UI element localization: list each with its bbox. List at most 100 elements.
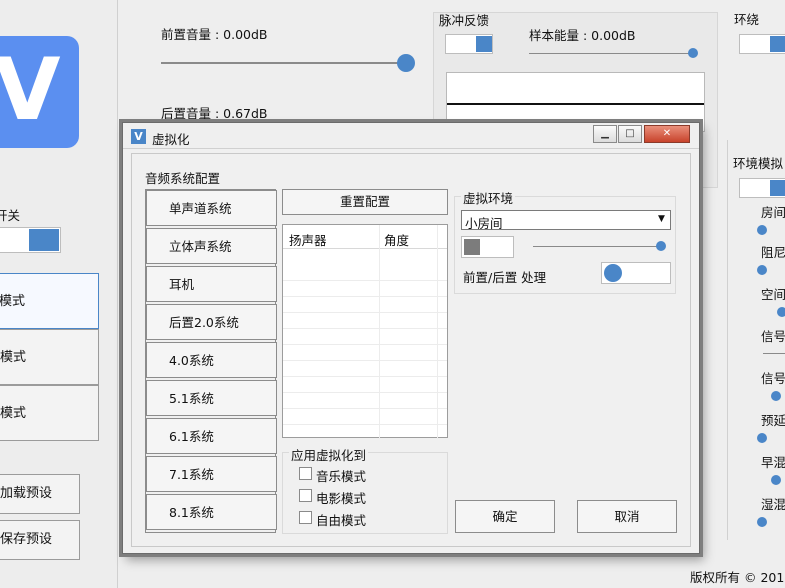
apply-label: 应用虚拟化到 [289, 445, 369, 464]
movie-mode-checkbox[interactable] [299, 489, 312, 502]
dialog-title: 虚拟化 [152, 132, 190, 147]
ambience-param-5: 预延 [761, 413, 785, 428]
impulse-toggle[interactable] [445, 34, 493, 54]
ambience-param-7: 湿混 [761, 497, 785, 512]
env-select[interactable]: 小房间 ▼ [461, 210, 671, 231]
system-label: 6.1系统 [169, 429, 214, 444]
power-switch[interactable] [0, 227, 61, 253]
env-toggle[interactable] [461, 236, 514, 258]
system-6-1[interactable]: 6.1系统 [146, 418, 277, 454]
divider [727, 140, 728, 540]
ok-button[interactable]: 确定 [455, 500, 555, 533]
surround-title: 环绕 [734, 12, 760, 27]
system-4-0[interactable]: 4.0系统 [146, 342, 277, 378]
system-headphone[interactable]: 耳机 [146, 266, 277, 302]
table-row [283, 265, 447, 281]
ambience-slider-4[interactable] [771, 391, 781, 401]
sample-energy-track[interactable] [529, 53, 693, 54]
ambience-slider-6[interactable] [771, 475, 781, 485]
ambience-title: 环境模拟 [733, 156, 784, 171]
reset-config-button[interactable]: 重置配置 [282, 189, 448, 215]
system-label: 4.0系统 [169, 353, 214, 368]
mode-button-3[interactable]: 模式 [0, 385, 99, 441]
virtual-env-label: 虚拟环境 [461, 188, 516, 207]
mode-label: 模式 [0, 406, 27, 421]
dialog-body: 音频系统配置 单声道系统 立体声系统 耳机 后置2.0系统 4.0系统 5.1系… [131, 153, 691, 547]
surround-toggle[interactable] [739, 34, 785, 54]
close-icon[interactable]: ✕ [644, 125, 690, 143]
music-mode-label: 音乐模式 [316, 469, 367, 484]
system-label: 7.1系统 [169, 467, 214, 482]
system-label: 立体声系统 [169, 239, 232, 254]
minimize-icon[interactable]: ▁ [593, 125, 617, 143]
rear-volume-label: 后置音量 : 0.67dB [161, 106, 268, 121]
dialog-app-icon: V [131, 129, 146, 144]
ambience-slider-1[interactable] [757, 265, 767, 275]
env-selected-value: 小房间 [465, 216, 503, 231]
left-sidebar: V 开关 模式 模式 模式 加载预设 保存预设 [0, 0, 118, 588]
system-7-1[interactable]: 7.1系统 [146, 456, 277, 492]
mode-button-2[interactable]: 模式 [0, 329, 99, 385]
ambience-slider-2[interactable] [777, 307, 785, 317]
system-rear-2-0[interactable]: 后置2.0系统 [146, 304, 277, 340]
ambience-param-6: 早混 [761, 455, 785, 470]
front-rear-label: 前置/后置 处理 [463, 270, 547, 285]
front-volume-label: 前置音量 : 0.00dB [161, 27, 268, 42]
table-row [283, 297, 447, 313]
logo-letter: V [0, 40, 61, 140]
app-logo: V [0, 36, 79, 148]
ambience-param-4: 信号 [761, 371, 785, 386]
ambience-param-2: 空间 [761, 287, 785, 302]
ambience-param-3: 信号 [761, 329, 785, 344]
ambience-param-0: 房间 [761, 205, 785, 220]
system-5-1[interactable]: 5.1系统 [146, 380, 277, 416]
ambience-slider-7[interactable] [757, 517, 767, 527]
maximize-icon[interactable]: □ [618, 125, 642, 143]
ambience-param-1: 阻尼 [761, 245, 785, 260]
env-slider-track[interactable] [533, 246, 661, 247]
speaker-table[interactable]: 扬声器 角度 [282, 224, 448, 439]
save-preset-button[interactable]: 保存预设 [0, 520, 80, 560]
music-mode-checkbox[interactable] [299, 467, 312, 480]
env-slider-thumb[interactable] [656, 241, 666, 251]
free-mode-checkbox[interactable] [299, 511, 312, 524]
free-mode-label: 自由模式 [316, 513, 367, 528]
load-preset-label: 加载预设 [0, 486, 53, 501]
dialog-titlebar[interactable]: V 虚拟化 ▁ □ ✕ [123, 123, 699, 149]
col-speaker[interactable]: 扬声器 [289, 230, 327, 249]
front-volume-thumb[interactable] [397, 54, 415, 72]
mode-label: 模式 [0, 294, 26, 309]
table-row [283, 329, 447, 345]
ambience-knob [770, 180, 785, 196]
ambience-slider-3[interactable] [763, 353, 785, 354]
ambience-slider-5[interactable] [757, 433, 767, 443]
front-volume-track[interactable] [161, 62, 405, 64]
cancel-label: 取消 [614, 509, 640, 524]
movie-mode-label: 电影模式 [316, 491, 367, 506]
audio-config-label: 音频系统配置 [145, 171, 221, 186]
system-label: 8.1系统 [169, 505, 214, 520]
table-row [283, 393, 447, 409]
mode-button-1[interactable]: 模式 [0, 273, 99, 329]
impulse-knob [476, 36, 492, 52]
ambience-toggle[interactable] [739, 178, 785, 198]
system-stereo[interactable]: 立体声系统 [146, 228, 277, 264]
load-preset-button[interactable]: 加载预设 [0, 474, 80, 514]
table-header: 扬声器 角度 [283, 225, 447, 439]
table-row [283, 313, 447, 329]
ambience-slider-0[interactable] [757, 225, 767, 235]
table-row [283, 409, 447, 425]
cancel-button[interactable]: 取消 [577, 500, 677, 533]
front-rear-toggle[interactable] [601, 262, 671, 284]
ok-label: 确定 [492, 509, 518, 524]
system-label: 后置2.0系统 [169, 315, 239, 330]
virtualization-dialog: V 虚拟化 ▁ □ ✕ 音频系统配置 单声道系统 立体声系统 耳机 后置2.0系… [122, 122, 700, 554]
system-8-1[interactable]: 8.1系统 [146, 494, 277, 530]
save-preset-label: 保存预设 [0, 532, 53, 547]
table-row [283, 361, 447, 377]
col-angle[interactable]: 角度 [384, 230, 409, 249]
front-rear-knob [604, 264, 622, 282]
mode-label: 模式 [0, 350, 27, 365]
sample-energy-thumb[interactable] [688, 48, 698, 58]
system-mono[interactable]: 单声道系统 [146, 190, 277, 226]
